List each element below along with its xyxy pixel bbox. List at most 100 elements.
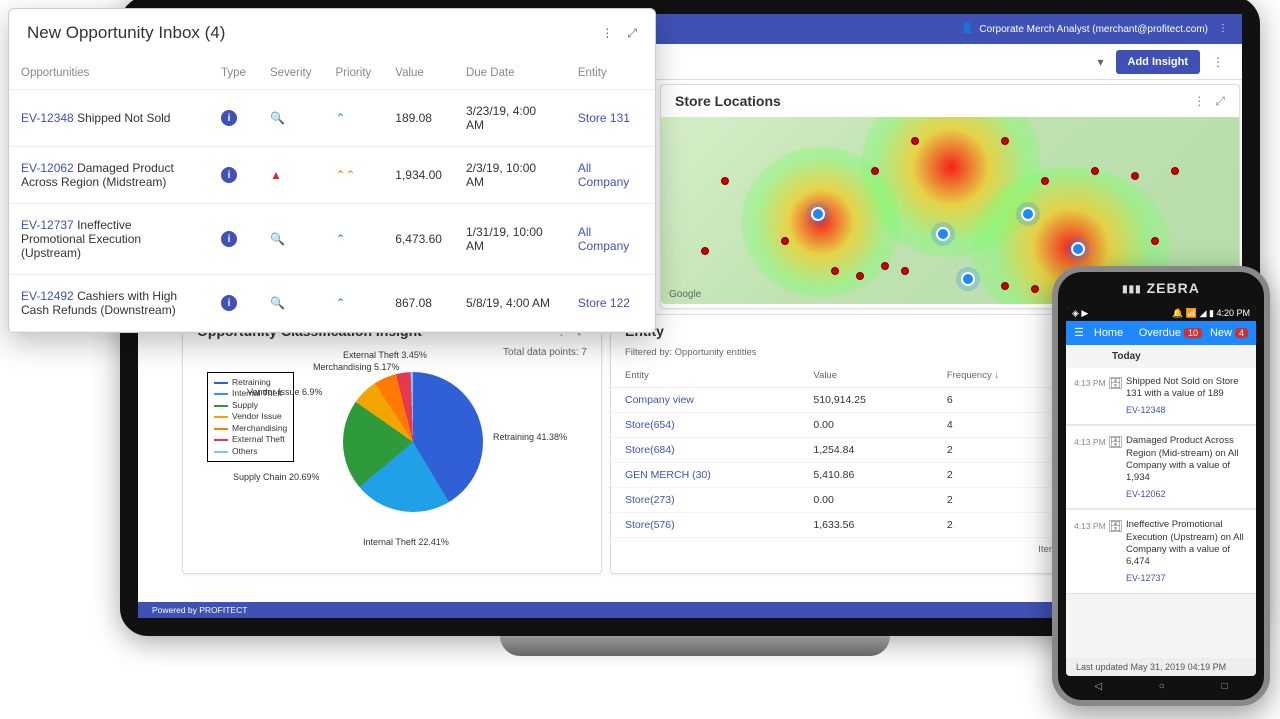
new-tab[interactable]: New4 bbox=[1210, 327, 1248, 339]
frequency-cell: 2 bbox=[933, 513, 1066, 538]
frequency-cell: 2 bbox=[933, 463, 1066, 488]
phone-app-bar: ☰ Home Overdue10 New4 bbox=[1066, 321, 1256, 345]
item-text: Shipped Not Sold on Store 131 with a val… bbox=[1126, 376, 1239, 399]
col-entity[interactable]: Entity bbox=[566, 57, 655, 90]
more-vert-icon[interactable]: ⋮ bbox=[1218, 24, 1228, 34]
due-date-cell: 5/8/19, 4:00 AM bbox=[454, 275, 566, 332]
status-icons-right: 🔔 📶 ◢ ▮ bbox=[1172, 308, 1214, 318]
pie-label-vendor-issue: Vendor Issue 6.9% bbox=[247, 387, 323, 397]
item-time: 4:13 PM bbox=[1074, 376, 1108, 388]
entity-link[interactable]: Store(576) bbox=[611, 513, 799, 538]
frequency-cell: 6 bbox=[933, 388, 1066, 413]
home-icon[interactable]: ○ bbox=[1159, 682, 1165, 692]
inbox-table: Opportunities Type Severity Priority Val… bbox=[9, 57, 655, 332]
opportunity-id[interactable]: EV-12062 bbox=[21, 161, 74, 175]
entity-link[interactable]: Store 131 bbox=[578, 111, 630, 125]
laptop-base bbox=[500, 636, 890, 656]
more-vert-icon[interactable]: ⋮ bbox=[1193, 95, 1205, 107]
list-item[interactable]: 4:13 PM🗄Shipped Not Sold on Store 131 wi… bbox=[1066, 368, 1256, 425]
phone-frame: ▮▮▮ ZEBRA ◈ ▶ 🔔 📶 ◢ ▮ 4:20 PM ☰ Home Ove… bbox=[1052, 266, 1270, 706]
value-cell: 1,254.84 bbox=[799, 438, 932, 463]
toolbar-more-icon[interactable]: ⋮ bbox=[1208, 52, 1228, 72]
powered-by: Powered by PROFITECT bbox=[152, 605, 247, 615]
col-opportunities[interactable]: Opportunities bbox=[9, 57, 209, 90]
table-row[interactable]: EV-12348 Shipped Not Soldi🔍⌃189.083/23/1… bbox=[9, 90, 655, 147]
pie-label-retraining: Retraining 41.38% bbox=[493, 432, 567, 442]
due-date-cell: 3/23/19, 4:00 AM bbox=[454, 90, 566, 147]
table-row[interactable]: EV-12062 Damaged Product Across Region (… bbox=[9, 147, 655, 204]
add-insight-button[interactable]: Add Insight bbox=[1116, 50, 1201, 74]
col-priority[interactable]: Priority bbox=[323, 57, 383, 90]
opportunity-id[interactable]: EV-12737 bbox=[21, 218, 74, 232]
entity-link[interactable]: GEN MERCH (30) bbox=[611, 463, 799, 488]
due-date-cell: 2/3/19, 10:00 AM bbox=[454, 147, 566, 204]
item-ev[interactable]: EV-12062 bbox=[1126, 489, 1248, 501]
opportunity-classification-panel: Opportunity Classification Insight ⋮ ⤢ T… bbox=[182, 314, 602, 574]
table-row[interactable]: EV-12492 Cashiers with High Cash Refunds… bbox=[9, 275, 655, 332]
recent-icon[interactable]: □ bbox=[1222, 682, 1228, 692]
expand-icon[interactable]: ⤢ bbox=[627, 27, 637, 39]
info-icon: i bbox=[221, 110, 237, 126]
priority-double-up-icon: ⌃⌃ bbox=[335, 169, 355, 181]
frequency-cell: 2 bbox=[933, 488, 1066, 513]
col-value[interactable]: Value bbox=[383, 57, 454, 90]
priority-up-icon: ⌃ bbox=[335, 233, 345, 245]
opportunity-id[interactable]: EV-12348 bbox=[21, 111, 74, 125]
col-due-date[interactable]: Due Date bbox=[454, 57, 566, 90]
today-header: Today bbox=[1066, 345, 1256, 366]
list-item[interactable]: 4:13 PM🗄Ineffective Promotional Executio… bbox=[1066, 511, 1256, 593]
value-cell: 1,633.56 bbox=[799, 513, 932, 538]
entity-link[interactable]: Store(654) bbox=[611, 413, 799, 438]
google-logo: Google bbox=[669, 289, 701, 300]
col-severity[interactable]: Severity bbox=[258, 57, 324, 90]
col-type[interactable]: Type bbox=[209, 57, 258, 90]
expand-icon[interactable]: ⤢ bbox=[1215, 95, 1225, 107]
search-icon: 🔍 bbox=[270, 297, 285, 309]
item-text: Damaged Product Across Region (Mid-strea… bbox=[1126, 435, 1238, 483]
value-cell: 0.00 bbox=[799, 413, 932, 438]
table-row[interactable]: EV-12737 Ineffective Promotional Executi… bbox=[9, 204, 655, 275]
sort-desc-icon: ↓ bbox=[994, 371, 999, 381]
pie-label-merchandising: Merchandising 5.17% bbox=[313, 362, 400, 372]
col-frequency[interactable]: Frequency ↓ bbox=[933, 364, 1066, 388]
col-entity[interactable]: Entity bbox=[611, 364, 799, 388]
opportunity-id[interactable]: EV-12492 bbox=[21, 289, 74, 303]
item-text: Ineffective Promotional Execution (Upstr… bbox=[1126, 519, 1244, 567]
hamburger-icon[interactable]: ☰ bbox=[1074, 328, 1084, 339]
map-title: Store Locations bbox=[675, 93, 781, 109]
filter-icon[interactable]: ▾ bbox=[1093, 52, 1107, 72]
item-ev[interactable]: EV-12348 bbox=[1126, 405, 1248, 417]
more-vert-icon[interactable]: ⋮ bbox=[601, 27, 613, 39]
entity-link[interactable]: Store(273) bbox=[611, 488, 799, 513]
user-icon: 👤 bbox=[961, 24, 973, 34]
value-cell: 189.08 bbox=[383, 90, 454, 147]
pie-chart[interactable]: Retraining Internal Theft Supply Vendor … bbox=[183, 362, 601, 562]
entity-link[interactable]: Store(684) bbox=[611, 438, 799, 463]
home-tab[interactable]: Home bbox=[1094, 327, 1123, 339]
phone-screen: ◈ ▶ 🔔 📶 ◢ ▮ 4:20 PM ☰ Home Overdue10 New… bbox=[1066, 306, 1256, 676]
info-icon: i bbox=[221, 167, 237, 183]
value-cell: 0.00 bbox=[799, 488, 932, 513]
entity-link[interactable]: All Company bbox=[578, 161, 629, 189]
value-cell: 867.08 bbox=[383, 275, 454, 332]
list-item[interactable]: 4:13 PM🗄Damaged Product Across Region (M… bbox=[1066, 427, 1256, 509]
pie-label-supply-chain: Supply Chain 20.69% bbox=[233, 472, 320, 482]
phone-status-bar: ◈ ▶ 🔔 📶 ◢ ▮ 4:20 PM bbox=[1066, 306, 1256, 321]
item-ev[interactable]: EV-12737 bbox=[1126, 573, 1248, 585]
back-icon[interactable]: ◁ bbox=[1094, 682, 1102, 692]
entity-link[interactable]: Company view bbox=[611, 388, 799, 413]
last-updated: Last updated May 31, 2019 04:19 PM bbox=[1066, 658, 1256, 676]
info-icon: i bbox=[221, 295, 237, 311]
search-icon: 🔍 bbox=[270, 233, 285, 245]
value-cell: 6,473.60 bbox=[383, 204, 454, 275]
col-value[interactable]: Value bbox=[799, 364, 932, 388]
inbox-title: New Opportunity Inbox (4) bbox=[27, 23, 225, 43]
alert-icon: ▲ bbox=[270, 169, 282, 181]
entity-link[interactable]: Store 122 bbox=[578, 296, 630, 310]
status-icons-left: ◈ ▶ bbox=[1072, 308, 1088, 319]
status-time: 4:20 PM bbox=[1216, 308, 1250, 318]
overdue-tab[interactable]: Overdue10 bbox=[1139, 327, 1202, 339]
entity-link[interactable]: All Company bbox=[578, 225, 629, 253]
chart-legend: Retraining Internal Theft Supply Vendor … bbox=[207, 372, 294, 462]
value-cell: 510,914.25 bbox=[799, 388, 932, 413]
